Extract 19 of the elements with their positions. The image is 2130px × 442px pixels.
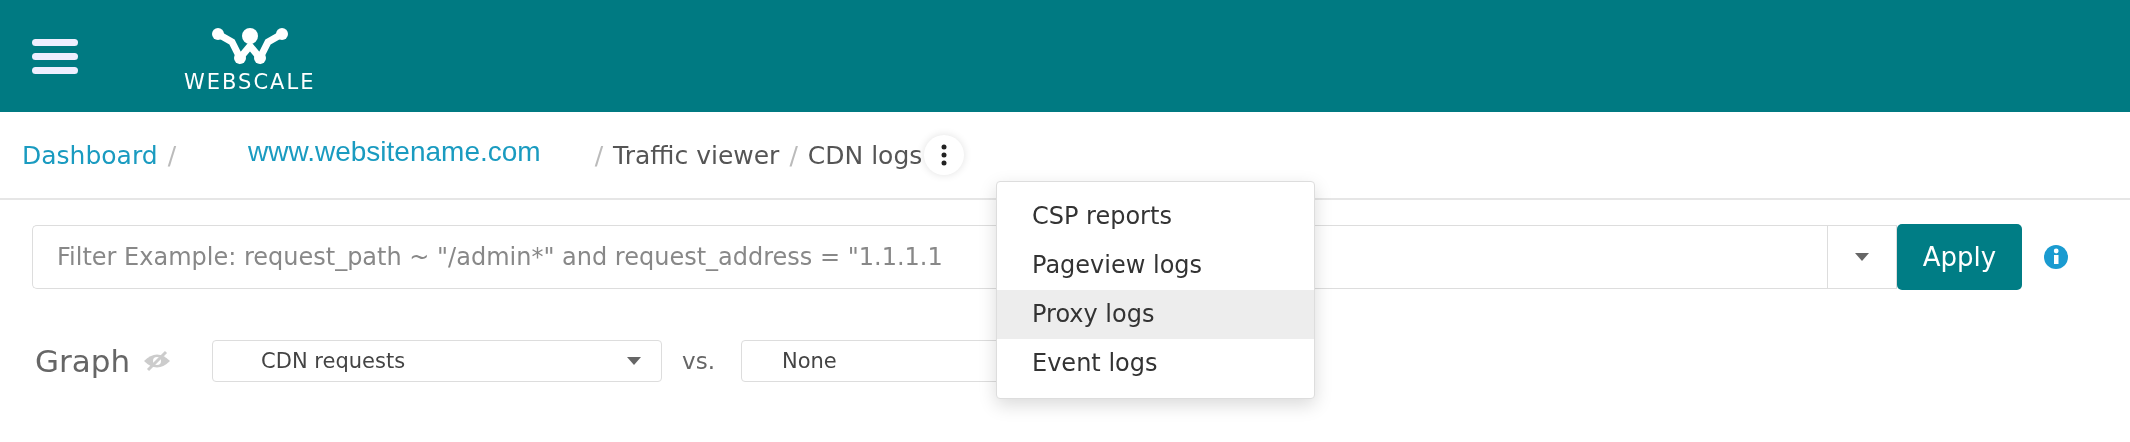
breadcrumb-separator: /: [167, 140, 177, 170]
logo-icon: [209, 25, 290, 66]
more-options-button[interactable]: [924, 135, 965, 175]
vs-label: vs.: [682, 348, 715, 374]
apply-button[interactable]: Apply: [1897, 224, 2022, 290]
breadcrumb-separator: /: [594, 140, 604, 170]
menu-item[interactable]: Pageview logs: [997, 241, 1314, 290]
graph-label: Graph: [35, 343, 131, 379]
menu-icon[interactable]: [32, 37, 78, 75]
info-icon[interactable]: [2044, 245, 2068, 269]
breadcrumb-item: Traffic viewer: [613, 140, 780, 170]
more-vertical-icon: [941, 144, 948, 166]
caret-icon: [627, 357, 642, 365]
metric-select[interactable]: CDN requests: [212, 340, 663, 382]
breadcrumb-item: CDN logs: [807, 140, 923, 170]
caret-icon: [1855, 253, 1869, 261]
logo-text: WEBSCALE: [184, 71, 316, 93]
menu-item[interactable]: Proxy logs: [997, 290, 1314, 339]
breadcrumb-separator: /: [789, 140, 798, 170]
